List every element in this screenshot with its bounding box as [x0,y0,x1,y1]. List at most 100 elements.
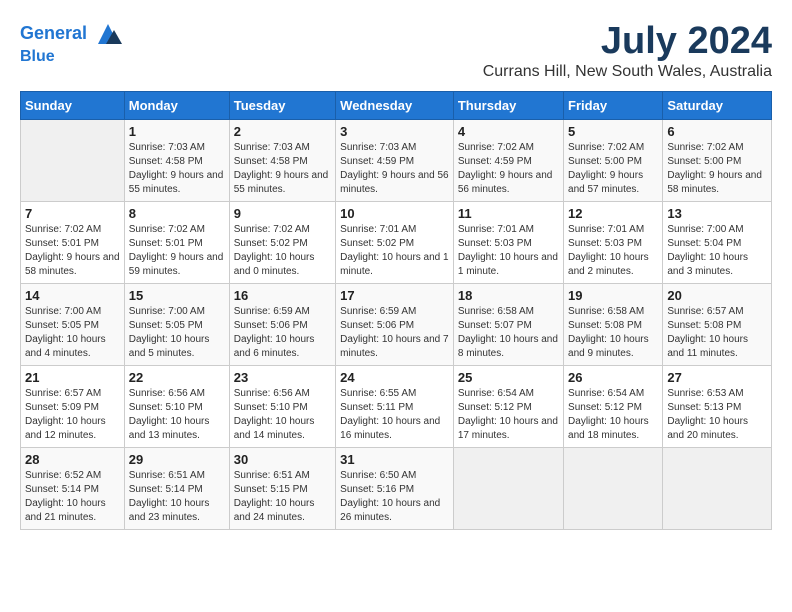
calendar-cell [663,448,772,530]
day-info: Sunrise: 6:58 AMSunset: 5:07 PMDaylight:… [458,305,559,361]
day-info: Sunrise: 7:03 AMSunset: 4:58 PMDaylight:… [129,141,225,197]
col-header-monday: Monday [124,92,229,120]
day-info: Sunrise: 7:02 AMSunset: 5:00 PMDaylight:… [667,141,767,197]
col-header-wednesday: Wednesday [336,92,454,120]
calendar-cell: 9Sunrise: 7:02 AMSunset: 5:02 PMDaylight… [229,202,335,284]
day-number: 13 [667,206,767,221]
day-number: 26 [568,370,658,385]
day-number: 18 [458,288,559,303]
calendar-cell: 20 Sunrise: 6:57 AMSunset: 5:08 PMDayligh… [663,284,772,366]
day-info: Sunrise: 6:54 AMSunset: 5:12 PMDaylight:… [568,387,658,443]
calendar-cell [21,120,125,202]
day-number: 7 [25,206,120,221]
calendar-cell: 4 Sunrise: 7:02 AMSunset: 4:59 PMDaylight… [453,120,563,202]
day-number: 4 [458,124,559,139]
day-info: Sunrise: 6:53 AMSunset: 5:13 PMDaylight:… [667,387,767,443]
day-number: 20 [667,288,767,303]
col-header-sunday: Sunday [21,92,125,120]
day-info: Sunrise: 7:02 AMSunset: 5:01 PMDaylight:… [129,223,225,279]
calendar-cell: 25 Sunrise: 6:54 AMSunset: 5:12 PMDayligh… [453,366,563,448]
day-number: 21 [25,370,120,385]
calendar-cell: 10Sunrise: 7:01 AMSunset: 5:02 PMDayligh… [336,202,454,284]
day-number: 2 [234,124,331,139]
col-header-tuesday: Tuesday [229,92,335,120]
day-number: 22 [129,370,225,385]
calendar-cell: 29 Sunrise: 6:51 AMSunset: 5:14 PMDayligh… [124,448,229,530]
logo-general: General [20,23,87,43]
day-info: Sunrise: 6:55 AMSunset: 5:11 PMDaylight:… [340,387,449,443]
day-number: 30 [234,452,331,467]
day-number: 16 [234,288,331,303]
day-info: Sunrise: 7:02 AMSunset: 5:00 PMDaylight:… [568,141,658,197]
day-number: 15 [129,288,225,303]
calendar-cell: 22 Sunrise: 6:56 AMSunset: 5:10 PMDayligh… [124,366,229,448]
day-number: 24 [340,370,449,385]
calendar-cell: 28 Sunrise: 6:52 AMSunset: 5:14 PMDayligh… [21,448,125,530]
day-info: Sunrise: 6:59 AMSunset: 5:06 PMDaylight:… [234,305,331,361]
day-number: 25 [458,370,559,385]
day-info: Sunrise: 6:57 AMSunset: 5:08 PMDaylight:… [667,305,767,361]
calendar-cell: 7 Sunrise: 7:02 AMSunset: 5:01 PMDaylight… [21,202,125,284]
day-info: Sunrise: 6:59 AMSunset: 5:06 PMDaylight:… [340,305,449,361]
calendar-cell [453,448,563,530]
day-info: Sunrise: 6:54 AMSunset: 5:12 PMDaylight:… [458,387,559,443]
calendar-cell: 31Sunrise: 6:50 AMSunset: 5:16 PMDayligh… [336,448,454,530]
day-number: 5 [568,124,658,139]
day-number: 12 [568,206,658,221]
day-number: 19 [568,288,658,303]
calendar-cell: 3 Sunrise: 7:03 AMSunset: 4:59 PMDaylight… [336,120,454,202]
day-number: 27 [667,370,767,385]
day-info: Sunrise: 7:02 AMSunset: 4:59 PMDaylight:… [458,141,559,197]
day-info: Sunrise: 7:00 AMSunset: 5:04 PMDaylight:… [667,223,767,279]
day-info: Sunrise: 6:57 AMSunset: 5:09 PMDaylight:… [25,387,120,443]
calendar-cell: 5 Sunrise: 7:02 AMSunset: 5:00 PMDaylight… [564,120,663,202]
day-info: Sunrise: 7:03 AMSunset: 4:59 PMDaylight:… [340,141,449,197]
day-info: Sunrise: 6:51 AMSunset: 5:14 PMDaylight:… [129,469,225,525]
calendar-cell: 2 Sunrise: 7:03 AMSunset: 4:58 PMDaylight… [229,120,335,202]
day-number: 11 [458,206,559,221]
day-number: 17 [340,288,449,303]
calendar-cell [564,448,663,530]
day-info: Sunrise: 7:00 AMSunset: 5:05 PMDaylight:… [129,305,225,361]
logo-blue: Blue [20,48,122,66]
header: General Blue July 2024 Currans Hill, New… [20,20,772,81]
calendar-cell: 1 Sunrise: 7:03 AMSunset: 4:58 PMDaylight… [124,120,229,202]
day-info: Sunrise: 6:56 AMSunset: 5:10 PMDaylight:… [234,387,331,443]
calendar-cell: 13 Sunrise: 7:00 AMSunset: 5:04 PMDayligh… [663,202,772,284]
calendar-cell: 24 Sunrise: 6:55 AMSunset: 5:11 PMDayligh… [336,366,454,448]
month-year: July 2024 [483,20,772,63]
location: Currans Hill, New South Wales, Australia [483,63,772,81]
calendar-cell: 6Sunrise: 7:02 AMSunset: 5:00 PMDaylight… [663,120,772,202]
day-info: Sunrise: 6:56 AMSunset: 5:10 PMDaylight:… [129,387,225,443]
calendar-cell: 19 Sunrise: 6:58 AMSunset: 5:08 PMDayligh… [564,284,663,366]
logo: General Blue [20,20,122,66]
calendar-cell: 17 Sunrise: 6:59 AMSunset: 5:06 PMDayligh… [336,284,454,366]
day-info: Sunrise: 7:01 AMSunset: 5:03 PMDaylight:… [568,223,658,279]
calendar-cell: 21 Sunrise: 6:57 AMSunset: 5:09 PMDayligh… [21,366,125,448]
calendar-cell: 16 Sunrise: 6:59 AMSunset: 5:06 PMDayligh… [229,284,335,366]
day-number: 29 [129,452,225,467]
day-info: Sunrise: 6:52 AMSunset: 5:14 PMDaylight:… [25,469,120,525]
day-info: Sunrise: 7:00 AMSunset: 5:05 PMDaylight:… [25,305,120,361]
calendar-table: SundayMondayTuesdayWednesdayThursdayFrid… [20,91,772,530]
day-info: Sunrise: 6:51 AMSunset: 5:15 PMDaylight:… [234,469,331,525]
day-info: Sunrise: 7:02 AMSunset: 5:01 PMDaylight:… [25,223,120,279]
day-number: 28 [25,452,120,467]
calendar-cell: 15 Sunrise: 7:00 AMSunset: 5:05 PMDayligh… [124,284,229,366]
day-number: 8 [129,206,225,221]
day-number: 1 [129,124,225,139]
day-info: Sunrise: 6:58 AMSunset: 5:08 PMDaylight:… [568,305,658,361]
calendar-cell: 30 Sunrise: 6:51 AMSunset: 5:15 PMDayligh… [229,448,335,530]
day-number: 3 [340,124,449,139]
day-info: Sunrise: 7:02 AMSunset: 5:02 PMDaylight:… [234,223,331,279]
calendar-cell: 18 Sunrise: 6:58 AMSunset: 5:07 PMDayligh… [453,284,563,366]
calendar-cell: 8 Sunrise: 7:02 AMSunset: 5:01 PMDaylight… [124,202,229,284]
calendar-cell: 23Sunrise: 6:56 AMSunset: 5:10 PMDayligh… [229,366,335,448]
day-info: Sunrise: 7:01 AMSunset: 5:03 PMDaylight:… [458,223,559,279]
calendar-cell: 27 Sunrise: 6:53 AMSunset: 5:13 PMDayligh… [663,366,772,448]
title-section: July 2024 Currans Hill, New South Wales,… [483,20,772,81]
day-info: Sunrise: 7:03 AMSunset: 4:58 PMDaylight:… [234,141,331,197]
col-header-saturday: Saturday [663,92,772,120]
calendar-cell: 26 Sunrise: 6:54 AMSunset: 5:12 PMDayligh… [564,366,663,448]
col-header-friday: Friday [564,92,663,120]
